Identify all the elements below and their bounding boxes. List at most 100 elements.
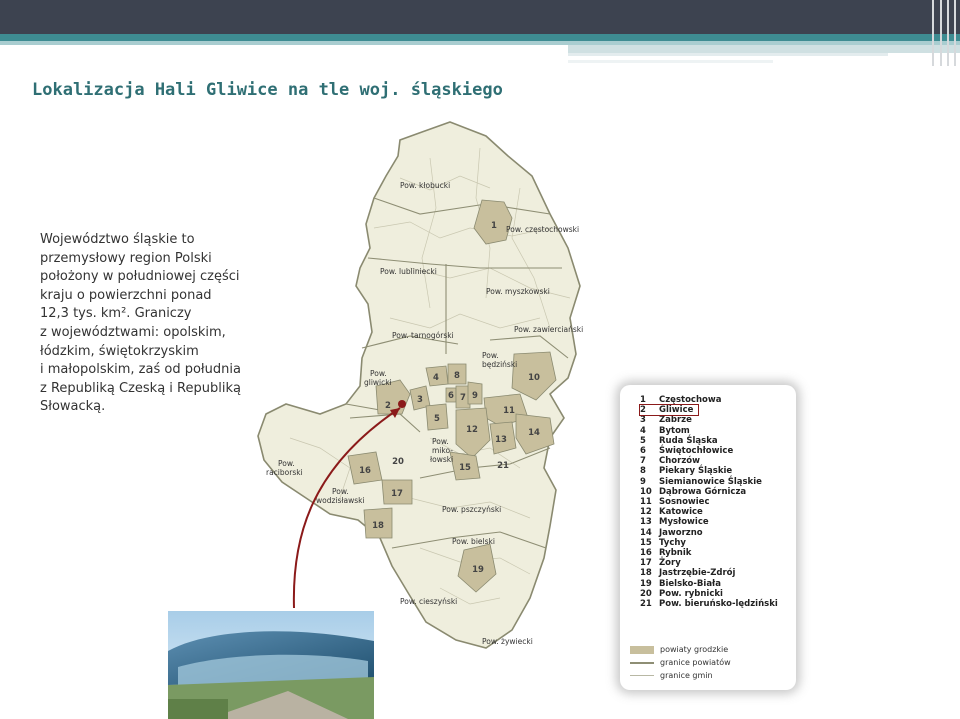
description-line: i małopolskim, zaś od południa [40,362,241,378]
legend-item: 16 Rybnik [640,548,778,558]
map-number: 6 [448,391,454,401]
legend-item: 11 Sosnowiec [640,497,778,507]
legend-item: 19 Bielsko-Biała [640,579,778,589]
powiat-label: Pow. żywiecki [482,637,533,646]
powiat-label: Pow. tarnogórski [392,331,454,340]
legend-item: 6 Świętochłowice [640,446,778,456]
legend-item-number: 7 [640,456,646,467]
map-number: 17 [391,489,403,499]
legend-item-number: 12 [640,507,652,518]
legend-item: 14 Jaworzno [640,528,778,538]
legend-item-name: Dąbrowa Górnicza [659,486,747,497]
map-number: 13 [495,435,507,445]
description-line: z Republiką Czeską i Republiką [40,380,241,396]
legend-key: granice gmin [630,669,731,682]
legend-key: powiaty grodzkie [630,643,731,656]
description-line: 12,3 tys. km². Graniczy [40,306,192,322]
map-number: 8 [454,371,460,381]
powiat-label: raciborski [266,468,303,477]
map-number: 14 [528,428,540,438]
legend-item-name: Katowice [659,507,703,518]
legend-item: 8 Piekary Śląskie [640,466,778,476]
legend-item-number: 9 [640,476,646,487]
legend-item: 9 Siemianowice Śląskie [640,477,778,487]
map-number: 10 [528,373,540,383]
powiat-label: Pow. lubliniecki [380,267,437,276]
legend-item-name: Mysłowice [659,517,709,528]
swatch-powiaty [630,645,654,654]
gliwice-marker [398,400,406,408]
map-number: 15 [459,463,471,473]
map-number: 11 [503,406,515,416]
legend-item: 21 Pow. bieruńsko-lędziński [640,599,778,609]
slide-title: Lokalizacja Hali Gliwice na tle woj. ślą… [32,80,503,100]
legend-item: 1 Częstochowa [640,395,778,405]
description-line: położony w południowej części [40,269,240,285]
legend-key-label: powiaty grodzkie [660,645,729,654]
powiat-label: Pow. [370,369,387,378]
legend-item-number: 13 [640,517,652,528]
header-stripe [0,34,960,41]
legend-key-label: granice gmin [660,671,713,680]
map-number: 16 [359,466,371,476]
map-number: 19 [472,565,484,575]
legend-item-number: 11 [640,497,652,508]
description-line: przemysłowy region Polski [40,250,212,266]
legend-keys: powiaty grodzkie granice powiatów granic… [630,643,731,682]
legend-item-name: Pow. rybnicki [659,588,723,599]
legend-item-number: 20 [640,588,652,599]
legend-item-number: 19 [640,578,652,589]
legend-item-name: Jastrzębie-Zdrój [659,568,736,579]
powiat-label: gliwicki [364,378,392,387]
silesia-map: 1 2 3 4 5 6 7 8 9 10 11 12 13 14 15 16 1… [257,121,583,649]
legend-item-name: Ruda Śląska [659,435,718,446]
map-number: 4 [433,373,439,383]
powiat-label: Pow. częstochowski [506,225,579,234]
legend-item-name: Siemianowice Śląskie [659,476,762,487]
hala-gliwice-photo [168,611,374,719]
legend-item: 7 Chorzów [640,456,778,466]
legend-item-number: 14 [640,527,652,538]
header-stripe [568,45,960,53]
header-stripe [568,60,773,63]
legend-item-number: 2 [640,405,646,416]
legend-item-name: Piekary Śląskie [659,466,733,477]
legend-item-number: 5 [640,435,646,446]
description-line: Słowacką. [40,399,106,415]
description-text: Województwo śląskie to przemysłowy regio… [40,231,280,417]
legend-item: 3 Zabrze [640,415,778,425]
map-number: 18 [372,521,384,531]
powiat-label: Pow. [278,459,295,468]
legend-item-name: Częstochowa [659,395,722,405]
map-number: 21 [497,461,509,471]
legend-item-name: Bielsko-Biała [659,578,721,589]
description-line: Województwo śląskie to [40,232,195,247]
powiat-label: Pow. [482,351,499,360]
legend-item: 4 Bytom [640,426,778,436]
powiat-label: Pow. bielski [452,537,495,546]
legend-item-name: Jaworzno [659,527,703,538]
legend-item: 2 Gliwice [639,404,699,417]
powiat-label: będziński [482,360,517,369]
map-number: 9 [472,391,478,401]
legend-item-number: 1 [640,395,646,405]
legend-item-number: 16 [640,548,652,559]
legend-item-name: Sosnowiec [659,497,710,508]
legend-item: 17 Żory [640,558,778,568]
map-number: 1 [491,221,497,231]
legend-item-name: Świętochłowice [659,446,734,457]
legend-item: 12 Katowice [640,507,778,517]
legend-key: granice powiatów [630,656,731,669]
map-number: 2 [385,401,391,411]
description-line: łódzkim, świętokrzyskim [40,343,199,359]
legend-item-number: 3 [640,415,646,426]
map-legend: 1 Częstochowa 2 Gliwice 3 Zabrze 4 Bytom 5 Ruda Ś… [620,385,796,690]
legend-item-number: 8 [640,466,646,477]
powiat-label: Pow. pszczyński [442,505,501,514]
header-bar [0,0,960,34]
legend-item-name: Rybnik [659,548,692,559]
map-number: 7 [460,393,466,403]
legend-item-name: Żory [659,558,681,569]
map-number: 20 [392,457,404,467]
powiat-label: łowski [430,455,453,464]
